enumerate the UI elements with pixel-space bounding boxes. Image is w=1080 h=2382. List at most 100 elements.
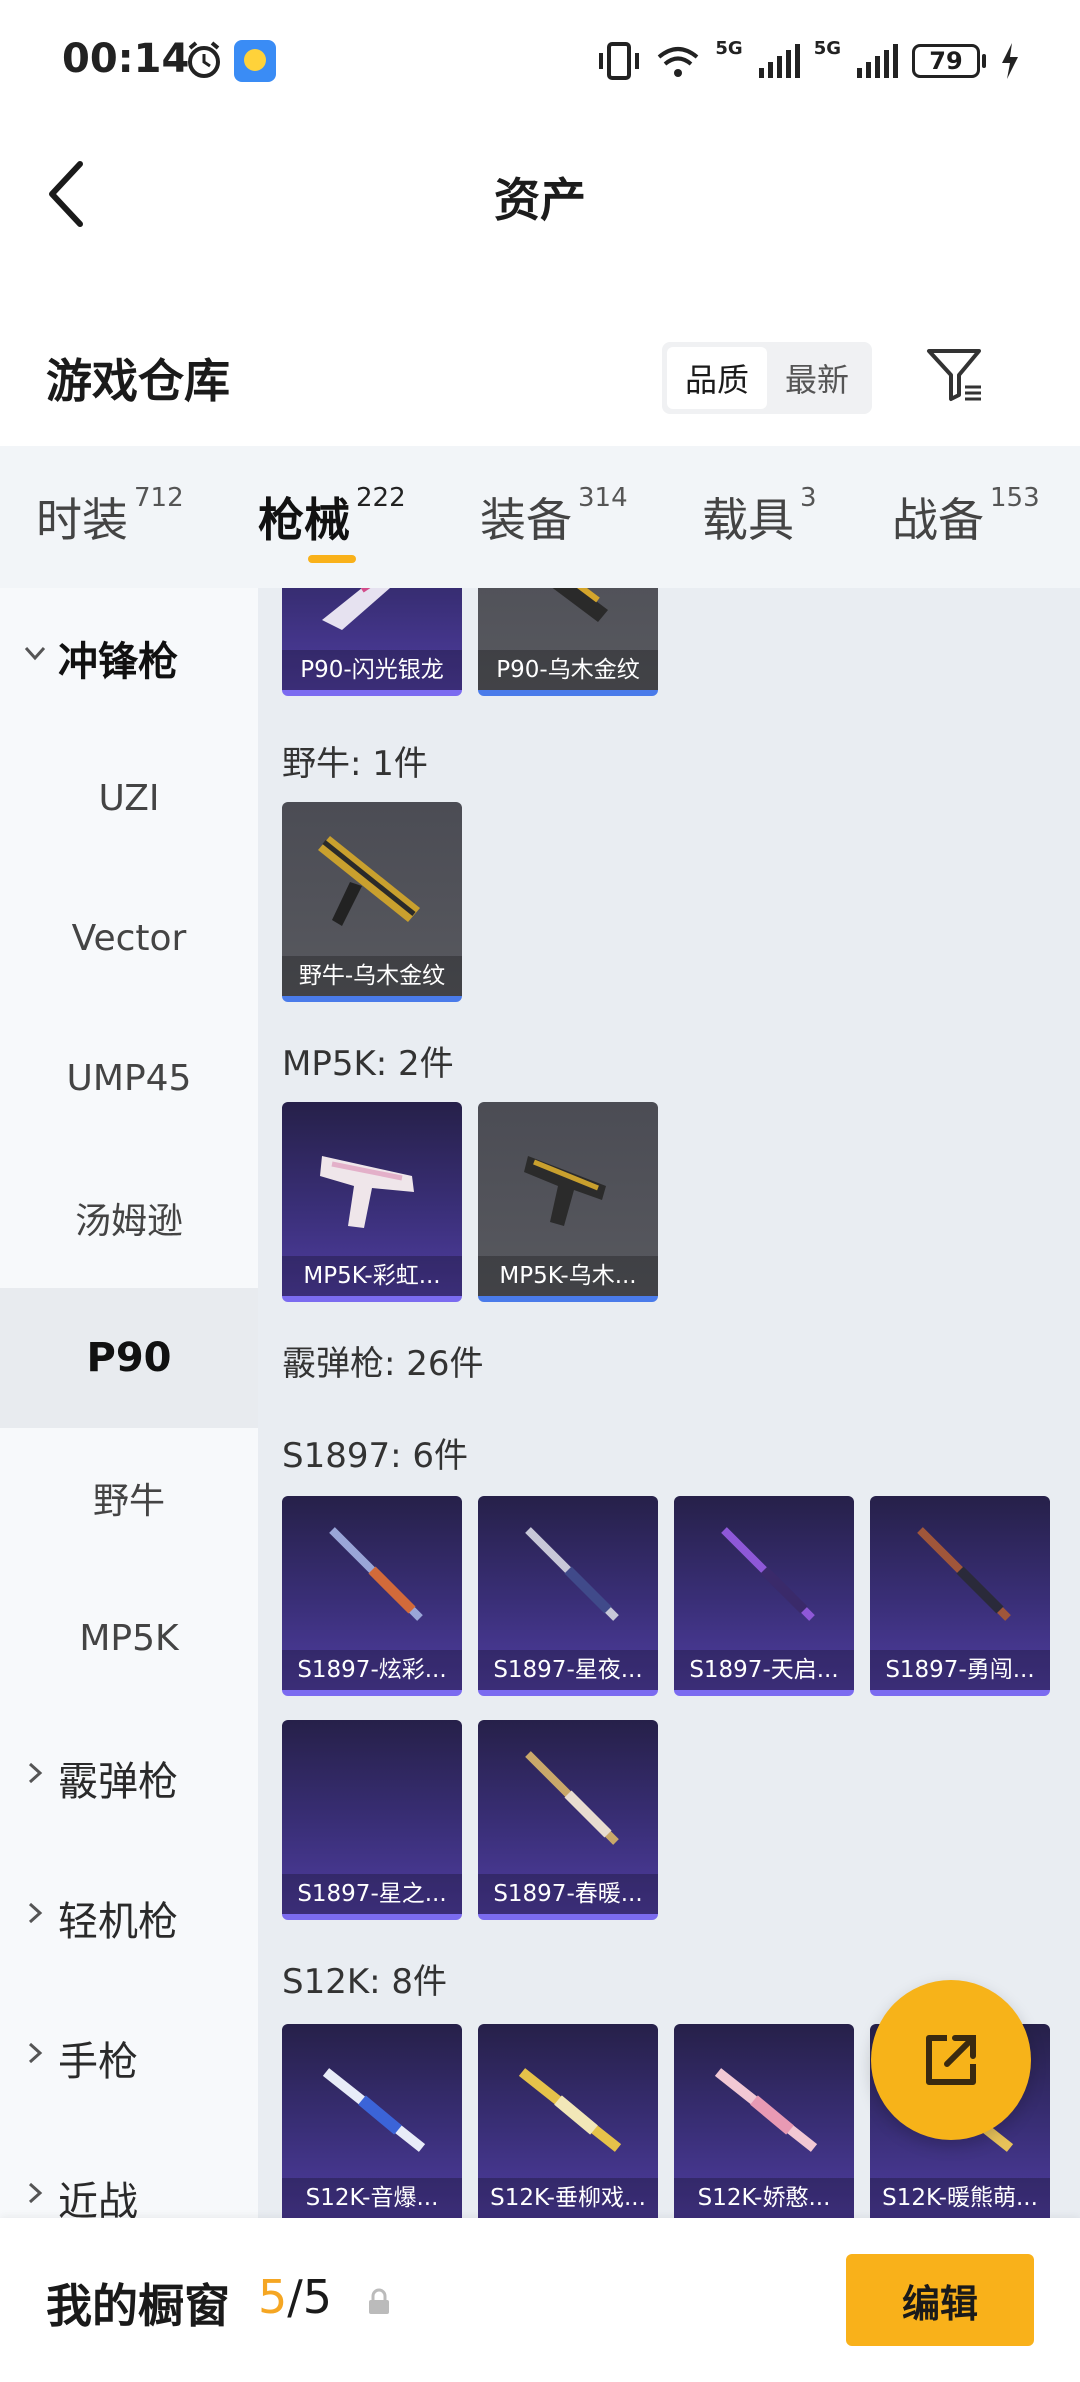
sidebar-item-lmg[interactable]: 轻机枪 xyxy=(0,1848,258,1988)
skin-name: S12K-娇憨... xyxy=(674,2178,854,2218)
tab-vehicles[interactable]: 载具 3 xyxy=(702,482,817,550)
group-label: S12K: 8件 xyxy=(282,1962,448,2002)
sidebar-item-pistol[interactable]: 手枪 xyxy=(0,1988,258,2128)
active-tab-indicator xyxy=(308,555,356,563)
net2-label: 5G xyxy=(813,38,841,59)
asset-page: 00:14 5G 5G 79 资产 游戏仓库 品质 最新 时装 712 枪械 2… xyxy=(0,0,1080,2382)
skin-card[interactable]: S1897-天启... xyxy=(674,1496,854,1696)
sidebar-item-uzi[interactable]: UZI xyxy=(0,728,258,868)
skin-name: S1897-炫彩... xyxy=(282,1650,462,1690)
skin-card[interactable]: S1897-炫彩... xyxy=(282,1496,462,1696)
share-icon xyxy=(926,2035,976,2085)
weapon-image xyxy=(525,1527,619,1621)
sidebar-item-thompson[interactable]: 汤姆逊 xyxy=(0,1148,258,1288)
sidebar-item-ump45[interactable]: UMP45 xyxy=(0,1008,258,1148)
sidebar-item-bison[interactable]: 野牛 xyxy=(0,1428,258,1568)
tab-label: 载具 xyxy=(702,493,794,547)
skin-name: S1897-星夜... xyxy=(478,1650,658,1690)
sidebar-item-p90[interactable]: P90 xyxy=(0,1288,258,1428)
skin-card[interactable]: S12K-垂柳戏... xyxy=(478,2024,658,2218)
weapon-image xyxy=(322,588,390,630)
sidebar-item-label: 轻机枪 xyxy=(58,1899,178,1945)
status-bar: 00:14 5G 5G 79 xyxy=(0,0,1080,120)
skin-card[interactable]: S1897-星之... xyxy=(282,1720,462,1920)
showcase-bar: 我的橱窗 5/5 编辑 xyxy=(0,2218,1080,2382)
weapon-image xyxy=(721,1527,815,1621)
sort-toggle: 品质 最新 xyxy=(662,342,872,414)
weapon-image xyxy=(917,1527,1011,1621)
showcase-label: 我的橱窗 xyxy=(46,2279,230,2333)
share-button[interactable] xyxy=(871,1980,1031,2140)
sidebar-item-label: 汤姆逊 xyxy=(74,1201,183,1242)
status-right: 5G 5G 79 xyxy=(597,38,1020,84)
skin-card[interactable]: MP5K-乌木... xyxy=(478,1102,658,1302)
sidebar-item-label: UMP45 xyxy=(66,1057,192,1099)
tab-count: 712 xyxy=(134,482,184,513)
alarm-icon xyxy=(188,41,220,78)
tab-guns[interactable]: 枪械 222 xyxy=(258,483,406,550)
sidebar-item-shotgun[interactable]: 霰弹枪 xyxy=(0,1708,258,1848)
sidebar-item-smg[interactable]: 冲锋枪 xyxy=(0,588,258,728)
showcase-count: 5/5 xyxy=(258,2270,332,2324)
sidebar-item-label: 近战 xyxy=(58,2179,138,2218)
tab-label: 时装 xyxy=(36,493,128,547)
chevron-right-icon xyxy=(28,1762,43,1784)
weapon-image xyxy=(525,1751,619,1845)
skin-card[interactable]: P90-乌木金纹 xyxy=(478,588,658,696)
skin-card[interactable]: S1897-勇闯... xyxy=(870,1496,1050,1696)
skin-name: MP5K-彩虹... xyxy=(282,1256,462,1296)
sidebar-item-label: MP5K xyxy=(79,1617,179,1659)
skin-card[interactable]: S12K-音爆... xyxy=(282,2024,462,2218)
weapon-image xyxy=(318,836,420,926)
sidebar-item-label: 冲锋枪 xyxy=(58,639,178,685)
sort-newest[interactable]: 最新 xyxy=(767,347,867,409)
weapon-image xyxy=(714,2068,818,2152)
signal-icon-2 xyxy=(857,44,898,78)
skin-name: S1897-星之... xyxy=(282,1874,462,1914)
skin-card[interactable]: P90-闪光银龙 xyxy=(282,588,462,696)
sidebar-item-melee[interactable]: 近战 xyxy=(0,2128,258,2218)
skin-card[interactable]: S1897-春暖... xyxy=(478,1720,658,1920)
skin-card[interactable]: S12K-娇憨... xyxy=(674,2024,854,2218)
skin-name: S1897-天启... xyxy=(674,1650,854,1690)
weapon-image xyxy=(524,1156,606,1226)
group-label: MP5K: 2件 xyxy=(282,1044,454,1084)
skin-name: P90-闪光银龙 xyxy=(282,650,462,690)
edit-button[interactable]: 编辑 xyxy=(846,2254,1034,2346)
group-label: S1897: 6件 xyxy=(282,1436,469,1476)
tab-label: 枪械 xyxy=(258,493,350,547)
filter-icon[interactable] xyxy=(925,345,985,405)
skin-card[interactable]: MP5K-彩虹... xyxy=(282,1102,462,1302)
showcase-current: 5 xyxy=(258,2270,288,2324)
skin-name: S1897-勇闯... xyxy=(870,1650,1050,1690)
tab-count: 3 xyxy=(800,482,817,513)
skin-name: S12K-垂柳戏... xyxy=(478,2178,658,2218)
battery-tip xyxy=(982,54,986,68)
sidebar-item-label: P90 xyxy=(86,1335,172,1381)
sidebar-item-label: UZI xyxy=(98,777,160,819)
skin-card[interactable]: 野牛-乌木金纹 xyxy=(282,802,462,1002)
sidebar-item-mp5k[interactable]: MP5K xyxy=(0,1568,258,1708)
skin-card[interactable]: S1897-星夜... xyxy=(478,1496,658,1696)
sidebar-item-label: 霰弹枪 xyxy=(58,1759,178,1805)
tab-count: 153 xyxy=(990,482,1040,513)
chevron-right-icon xyxy=(28,1902,43,1924)
showcase-total: 5 xyxy=(302,2270,333,2324)
tab-label: 装备 xyxy=(480,493,572,547)
tab-fashion[interactable]: 时装 712 xyxy=(36,482,184,550)
group-label: 野牛: 1件 xyxy=(282,744,428,784)
sort-quality[interactable]: 品质 xyxy=(667,347,767,409)
skin-name: S1897-春暖... xyxy=(478,1874,658,1914)
tab-battle-gear[interactable]: 战备 153 xyxy=(892,482,1040,550)
weapon-image xyxy=(552,588,608,622)
sidebar-item-label: 野牛 xyxy=(92,1481,165,1522)
vibrate-icon xyxy=(599,42,640,80)
sidebar-item-vector[interactable]: Vector xyxy=(0,868,258,1008)
sidebar-item-label: Vector xyxy=(71,917,187,959)
tab-label: 战备 xyxy=(892,493,984,547)
net1-label: 5G xyxy=(715,38,743,59)
skin-name: MP5K-乌木... xyxy=(478,1256,658,1296)
battery-icon: 79 xyxy=(912,44,980,78)
showcase-sep: / xyxy=(287,2270,303,2324)
tab-equipment[interactable]: 装备 314 xyxy=(480,483,628,550)
